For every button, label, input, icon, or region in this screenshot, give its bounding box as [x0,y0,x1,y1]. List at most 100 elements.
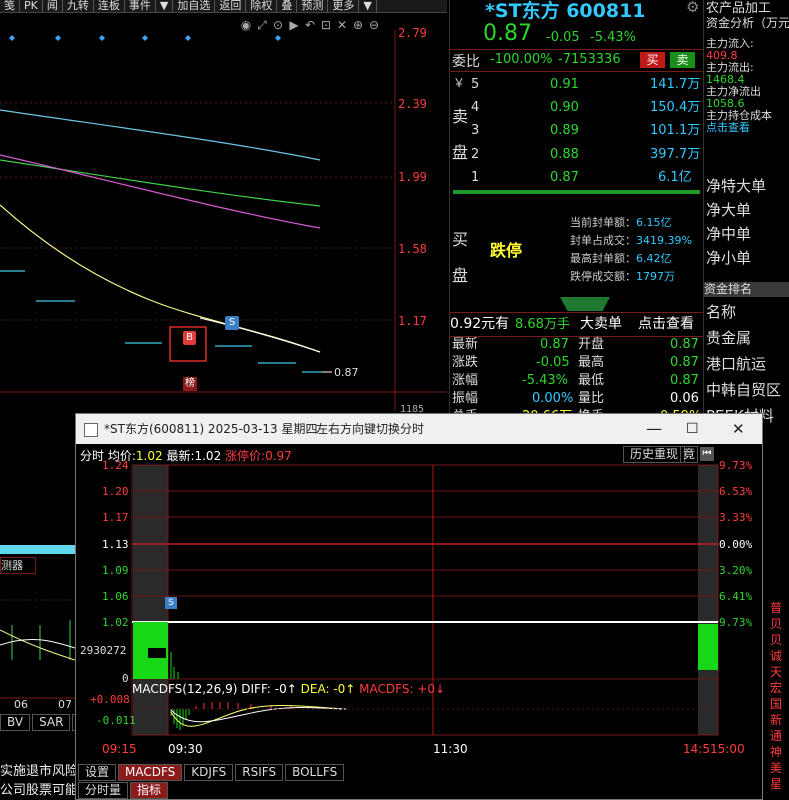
time-label: 11:30 [433,742,468,756]
tab-bv[interactable]: BV [0,714,31,731]
sell-marker[interactable]: S [165,597,177,609]
news-line[interactable]: 实施退市风险 [0,760,78,779]
toolbar-item[interactable]: 笺 [0,0,20,12]
chart-toolbar: 笺 PK 闻九转 连板 事件 ▼ 加自选 返回 除权叠预测 更多 ▼ [0,0,447,13]
y-axis-label: 1.02 [102,616,129,629]
tab-bollfs[interactable]: BOLLFS [285,764,345,781]
rank-badge[interactable]: 榜 [183,377,197,391]
lower-list: 普贝贝 诚天宏 国新通 神美星 [770,601,783,791]
fund-flows: 主力流入: 409.8 主力流出: 1468.4 主力净流出 1058.6 主力持仓成… [706,37,772,134]
net-order-item[interactable]: 净特大单 [706,174,766,198]
ask-bid-divider [453,190,700,194]
time-label: 14:5 [683,742,710,756]
net-order-item[interactable]: 净小单 [706,246,766,270]
fund-analysis-title: 资金分析（万元 [706,16,789,30]
close-icon[interactable]: ✕ [732,414,745,444]
pct-axis-label: 9.73% [719,616,753,629]
y-axis-label: 1.24 [102,459,129,472]
y-axis-label: 1.13 [102,538,129,551]
pct-axis-label: 3.33% [719,511,753,524]
rank-item[interactable]: 中韩自贸区 [706,377,781,403]
y-axis-label: 1.20 [102,485,129,498]
sell-button[interactable]: 卖 [670,52,695,68]
tab-rsifs[interactable]: RSIFS [235,764,284,781]
tab-sar[interactable]: SAR [32,714,71,731]
rank-item[interactable]: 贵金属 [706,325,781,351]
price-axis-label: 1.17 [398,314,427,328]
tab-kdjfs[interactable]: KDJFS [184,764,234,781]
holding-cost-link[interactable]: 点击查看 [706,122,772,134]
buy-button[interactable]: 买 [640,52,665,68]
last-price-tag: 0.87 [334,366,359,379]
y-axis-label: 1.17 [102,511,129,524]
volume-axis-label: 2930272 [80,644,127,657]
pct-axis-label: 6.41% [719,590,753,603]
predict-label[interactable]: 测器 [0,557,36,574]
collapse-chevron-icon[interactable] [560,297,610,311]
macd-axis-label: -0.011 [96,714,136,727]
gear-icon[interactable]: ⚙ [686,0,699,16]
buy-side-label: 盘 [452,266,469,285]
ask-row[interactable]: 2 0.88 397.7万 [450,144,703,166]
toolbar-item[interactable]: 九转 [63,0,94,12]
macd-legend: MACDFS(12,26,9) DIFF: -0↑ DEA: -0↑ MACDF… [132,682,446,696]
toolbar-item[interactable]: 闻 [43,0,63,12]
stats-row: 最新 0.87 开盘 0.87 [452,337,699,352]
indicator-tab-bar: 设置 MACDFS KDJFS RSIFS BOLLFS [78,761,346,781]
net-order-item[interactable]: 净大单 [706,198,766,222]
ask-row[interactable]: 3 0.89 101.1万 [450,120,703,142]
toolbar-item[interactable]: 叠 [277,0,298,12]
toolbar-item[interactable]: 返回 [215,0,247,12]
net-order-list: 净特大单 净大单 净中单 净小单 [706,174,766,270]
ask-row[interactable]: 4 0.90 150.4万 [450,97,703,119]
small-toggle-button[interactable]: 竟 [680,446,699,463]
minimize-icon[interactable]: — [646,414,662,444]
limit-down-label: 跌停 [490,241,523,260]
weibi-value: -100.00% [490,52,553,67]
sell-marker[interactable]: S [225,316,239,330]
toolbar-item[interactable]: PK [20,0,43,12]
window-titlebar[interactable]: *ST东方(600811) 2025-03-13 星期四 左右方向键切换分时 —… [76,414,762,444]
fund-rank-header[interactable]: 资金排名 [704,282,789,297]
indicator-chart [0,599,75,699]
maximize-icon[interactable]: ☐ [686,414,699,444]
rank-col-header: 名称 [706,303,737,321]
app-icon [84,423,98,437]
bottom-tab-bar: 分时量 指标 [78,779,170,799]
intraday-window[interactable]: *ST东方(600811) 2025-03-13 星期四 左右方向键切换分时 —… [75,413,763,800]
time-label: 15:00 [710,742,745,756]
buy-marker[interactable]: B [183,331,196,345]
history-replay-button[interactable]: 历史重现 [623,446,686,463]
tab-indicator[interactable]: 指标 [130,782,169,799]
x-axis-label: 06 [14,698,28,711]
x-axis-label: 07 [58,698,72,711]
seal-info: 当前封单额：6.15亿 封单占成交：3419.39% 最高封单额：6.42亿 跌… [570,216,692,283]
news-line[interactable]: 公司股票可能 [0,779,78,798]
skip-back-icon[interactable]: ⏮ [700,447,714,461]
y-axis-label: 1.09 [102,564,129,577]
macd-axis-label: +0.008 [90,693,130,706]
toolbar-item[interactable]: 除权 [246,0,278,12]
big-order-row[interactable]: 0.92元有 8.68万手 大卖单 点击查看 [450,312,703,337]
toolbar-dropdown[interactable]: ▼ [359,0,377,12]
stats-row: 涨幅 -5.43% 最低 0.87 [452,373,699,388]
ask-row[interactable]: 5 0.91 141.7万 [450,74,703,96]
view-link[interactable]: 点击查看 [638,313,694,336]
toolbar-item[interactable]: 更多 [328,0,360,12]
tab-minute-volume[interactable]: 分时量 [78,782,129,799]
intraday-chart[interactable] [76,462,762,752]
price-axis-label: 1.99 [398,170,427,184]
ask-row[interactable]: 1 0.87 6.1亿 [450,167,703,189]
toolbar-item[interactable]: 预测 [297,0,329,12]
toolbar-item[interactable]: 加自选 [173,0,216,12]
price-axis-label: 1.58 [398,242,427,256]
rank-item[interactable]: 港口航运 [706,351,781,377]
toolbar-dropdown[interactable]: ▼ [156,0,174,12]
time-label: 09:30 [168,742,203,756]
event-markers [9,35,281,41]
kline-chart[interactable] [0,30,447,410]
toolbar-item[interactable]: 连板 [94,0,125,12]
weibi-label: 委比 [452,54,480,70]
toolbar-item[interactable]: 事件 [125,0,156,12]
net-order-item[interactable]: 净中单 [706,222,766,246]
